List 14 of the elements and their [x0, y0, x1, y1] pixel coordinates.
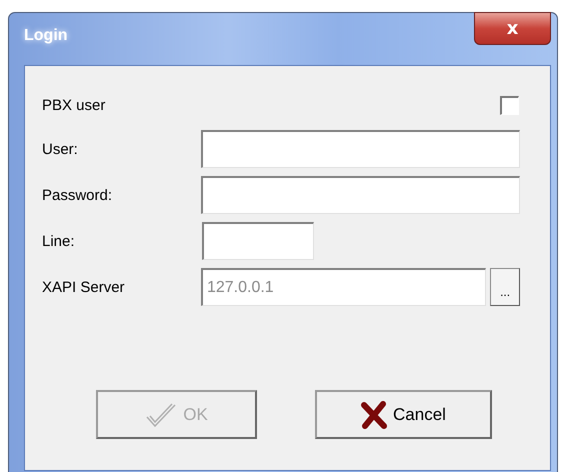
checkbox-label: PBX user: [42, 96, 106, 114]
cancel-button[interactable]: Cancel: [315, 390, 492, 439]
input-field[interactable]: [201, 176, 520, 214]
field-label: User:: [42, 140, 79, 158]
checkmark-icon: [145, 402, 178, 428]
field-label: Line:: [42, 232, 76, 250]
field-label: Password:: [42, 186, 114, 204]
input-field[interactable]: [201, 130, 520, 168]
x-mark-icon: [361, 400, 388, 428]
input-field[interactable]: [202, 222, 314, 260]
window-title: Login: [24, 27, 68, 45]
checkbox[interactable]: [500, 96, 519, 114]
close-button[interactable]: x: [474, 12, 551, 45]
field-label: XAPI Server: [42, 278, 126, 296]
